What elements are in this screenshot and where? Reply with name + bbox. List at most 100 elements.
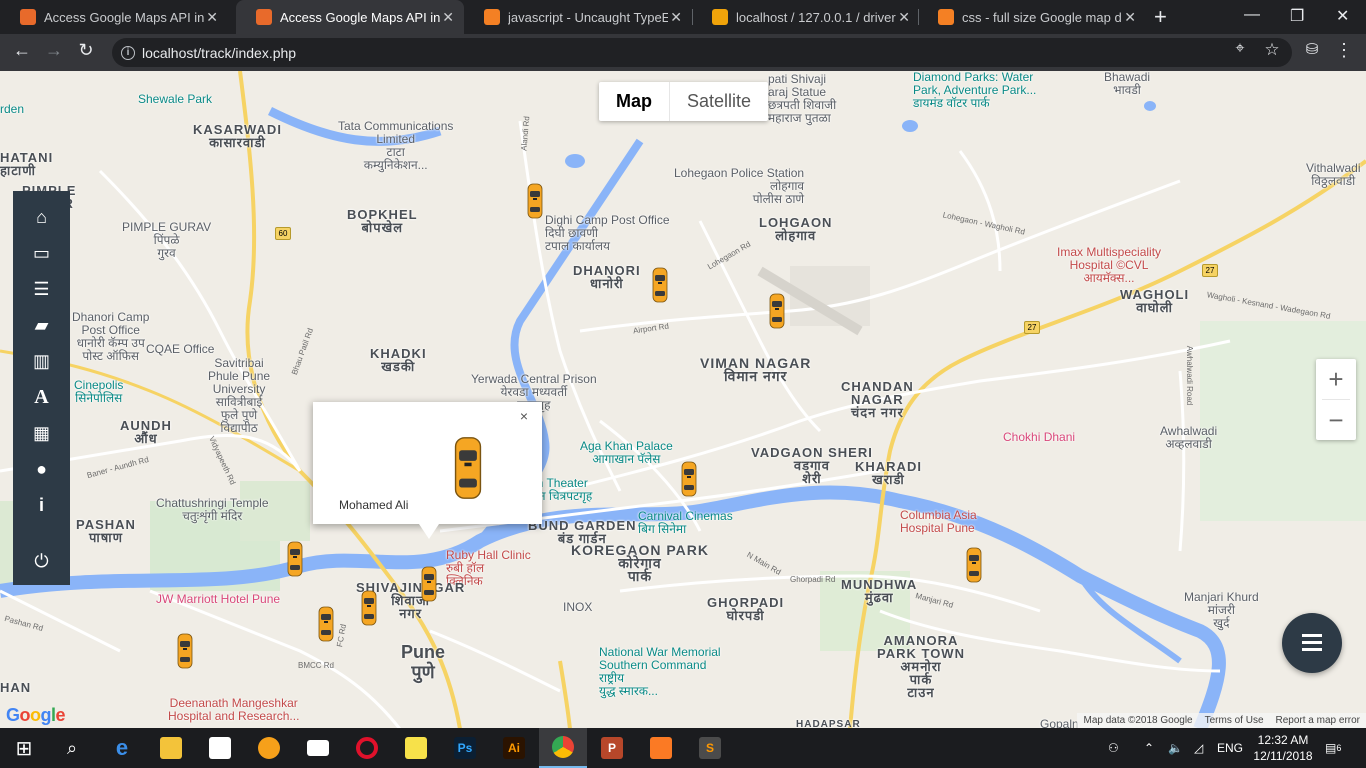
car-marker[interactable]: [287, 541, 303, 577]
map-place-label[interactable]: WAGHOLI वाघोली: [1120, 288, 1189, 314]
tab-2[interactable]: javascript - Uncaught TypeError ✕: [464, 0, 692, 34]
reload-icon[interactable]: ↻: [74, 40, 98, 61]
start-button[interactable]: ⊞: [0, 728, 48, 768]
map-place-label[interactable]: CHANDAN NAGAR चंदन नगर: [841, 380, 914, 419]
map-place-label[interactable]: JW Marriott Hotel Pune: [156, 593, 280, 606]
tray-chevron-icon[interactable]: ⌃: [1144, 728, 1154, 768]
map-place-label[interactable]: Dighi Camp Post Office दिघी छावणी टपाल क…: [545, 214, 670, 253]
power-icon[interactable]: ⏻: [13, 543, 70, 579]
tab-close-icon[interactable]: ✕: [670, 9, 682, 26]
taskbar-app-store[interactable]: [196, 728, 244, 768]
clock[interactable]: 12:32 AM 12/11/2018: [1249, 732, 1317, 764]
taskbar-app-chrome[interactable]: [539, 728, 587, 768]
incognito-icon[interactable]: ⛁: [1300, 40, 1324, 58]
back-icon[interactable]: ←: [10, 40, 34, 61]
car-marker[interactable]: [177, 633, 193, 669]
zoom-out-button[interactable]: −: [1316, 400, 1356, 440]
site-info-icon[interactable]: i: [121, 45, 135, 60]
map-place-label[interactable]: INOX: [563, 601, 592, 614]
tab-0[interactable]: Access Google Maps API in PHP ✕: [0, 0, 228, 34]
address-bar[interactable]: i localhost/track/index.php: [112, 38, 1292, 67]
bar-chart-icon[interactable]: ▥: [13, 343, 70, 379]
report-error-link[interactable]: Report a map error: [1276, 715, 1360, 726]
volume-icon[interactable]: 🔈: [1168, 728, 1183, 768]
new-tab-button[interactable]: +: [1154, 4, 1167, 30]
car-marker[interactable]: [318, 606, 334, 642]
map-place-label[interactable]: KHADKI खडकी: [370, 347, 427, 373]
forward-icon[interactable]: →: [42, 40, 66, 61]
google-map[interactable]: Shewale Park KASARWADI कासारवाडी Tata Co…: [0, 71, 1366, 729]
taskbar-app-sublime[interactable]: S: [686, 728, 734, 768]
map-place-label[interactable]: Aga Khan Palace आगाखान पॅलेस: [580, 440, 673, 466]
list-icon[interactable]: ☰: [13, 271, 70, 307]
taskbar-app-explorer[interactable]: [147, 728, 195, 768]
map-place-label[interactable]: Chokhi Dhani: [1003, 431, 1075, 444]
taskbar-app-xampp[interactable]: [637, 728, 685, 768]
map-place-label[interactable]: DHANORI धानोरी: [573, 264, 641, 290]
car-marker[interactable]: [652, 267, 668, 303]
taskbar-app-photoshop[interactable]: Ps: [441, 728, 489, 768]
map-place-label[interactable]: Bhawadi भावडी: [1104, 71, 1150, 97]
tab-3[interactable]: localhost / 127.0.0.1 / drivers / ✕: [692, 0, 920, 34]
map-place-label[interactable]: Shewale Park: [138, 93, 212, 106]
zoom-in-button[interactable]: +: [1316, 359, 1356, 399]
map-place-label[interactable]: KASARWADI कासारवाडी: [193, 123, 282, 149]
home-icon[interactable]: ⌂: [13, 199, 70, 235]
map-place-label[interactable]: GHORPADI घोरपडी: [707, 596, 784, 622]
map-place-label[interactable]: VIMAN NAGAR विमान नगर: [700, 356, 811, 383]
map-place-label[interactable]: Vithalwadi विठ्ठलवाडी: [1306, 162, 1360, 188]
map-place-label[interactable]: MUNDHWA मुंढवा: [841, 578, 917, 604]
map-place-label[interactable]: Awhalwadi अव्हलवाडी: [1160, 425, 1217, 451]
car-marker[interactable]: [966, 547, 982, 583]
tab-close-icon[interactable]: ✕: [898, 9, 910, 26]
restore-icon[interactable]: ❐: [1290, 6, 1304, 26]
google-logo[interactable]: Google: [6, 705, 66, 726]
car-marker[interactable]: [361, 590, 377, 626]
taskbar-app-mail[interactable]: [294, 728, 342, 768]
window-close-icon[interactable]: ✕: [1336, 6, 1349, 26]
map-place-label[interactable]: Pune पुणे: [401, 642, 445, 682]
tab-close-icon[interactable]: ✕: [1124, 9, 1136, 26]
map-place-label[interactable]: Manjari Khurd मांजरी खुर्द: [1184, 591, 1259, 630]
map-place-label[interactable]: Carnival Cinemas बिग सिनेमा: [638, 510, 733, 536]
tab-4[interactable]: css - full size Google map does ✕: [918, 0, 1146, 34]
map-place-label[interactable]: Lohegaon Police Station लोहगाव पोलीस ठाण…: [674, 167, 804, 206]
map-place-label[interactable]: Diamond Parks: Water Park, Adventure Par…: [913, 71, 1036, 110]
car-marker[interactable]: [527, 183, 543, 219]
notification-center-icon[interactable]: ▤ 6: [1325, 728, 1341, 768]
location-icon[interactable]: ⌖: [1228, 40, 1252, 58]
map-type-map-button[interactable]: Map: [599, 82, 670, 121]
tab-close-icon[interactable]: ✕: [206, 9, 218, 26]
font-icon[interactable]: A: [13, 379, 70, 415]
map-place-label[interactable]: KHARADI खराडी: [855, 460, 922, 486]
tab-close-icon[interactable]: ✕: [442, 9, 454, 26]
map-place-label[interactable]: AMANORA PARK TOWN अमनोरा पार्क टाउन: [877, 634, 965, 699]
taskbar-app-illustrator[interactable]: Ai: [490, 728, 538, 768]
map-place-label[interactable]: HATANI हाटाणी: [0, 151, 53, 177]
car-marker[interactable]: [769, 293, 785, 329]
taskbar-app-xampp-orange[interactable]: [245, 728, 293, 768]
map-place-label[interactable]: KOREGAON PARK कोरेगाव पार्क: [571, 543, 709, 583]
map-place-label[interactable]: Columbia Asia Hospital Pune: [900, 509, 977, 535]
map-place-label[interactable]: Savitribai Phule Pune University सावित्र…: [208, 357, 270, 435]
bookmark-star-icon[interactable]: ☆: [1260, 40, 1284, 60]
map-place-label[interactable]: National War Memorial Southern Command र…: [599, 646, 721, 698]
table-icon[interactable]: ▦: [13, 415, 70, 451]
floating-menu-button[interactable]: [1282, 613, 1342, 673]
map-marker-icon[interactable]: ●: [13, 451, 70, 487]
taskbar-app-edge[interactable]: e: [98, 728, 146, 768]
taskbar-app-powerpoint[interactable]: P: [588, 728, 636, 768]
terms-link[interactable]: Terms of Use: [1205, 715, 1264, 726]
taskbar-app-sticky-notes[interactable]: [392, 728, 440, 768]
taskbar-app-opera[interactable]: [343, 728, 391, 768]
car-marker[interactable]: [681, 461, 697, 497]
map-place-label[interactable]: Imax Multispeciality Hospital ©CVL आयमॅक…: [1057, 246, 1161, 285]
search-button[interactable]: ⌕: [48, 728, 96, 768]
network-icon[interactable]: ◿: [1194, 728, 1203, 768]
map-place-label[interactable]: Deenanath Mangeshkar Hospital and Resear…: [168, 697, 299, 723]
map-place-label[interactable]: Dhanori Camp Post Office धानोरी कॅम्प उप…: [72, 311, 149, 363]
folder-open-icon[interactable]: ▰: [13, 307, 70, 343]
menu-dots-icon[interactable]: ⋮: [1332, 40, 1356, 61]
map-type-satellite-button[interactable]: Satellite: [670, 82, 768, 121]
map-place-label[interactable]: BOPKHEL बोपखेल: [347, 208, 418, 234]
